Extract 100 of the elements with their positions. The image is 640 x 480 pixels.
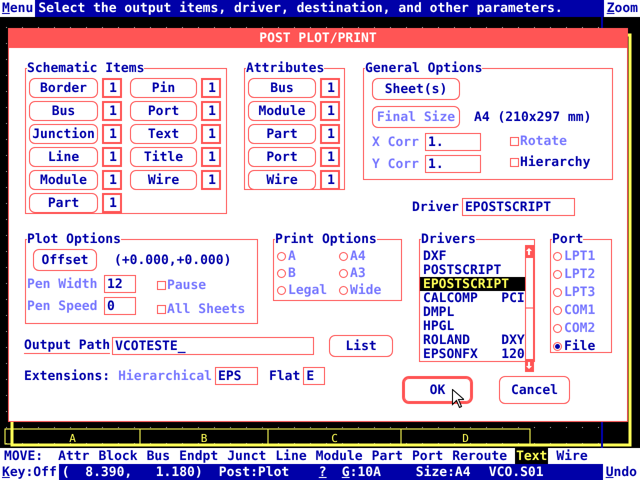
count-field[interactable]: 1 (201, 101, 221, 121)
radio-label: LPT3 (564, 286, 596, 299)
count-field[interactable]: 1 (201, 147, 221, 167)
command-item[interactable]: Line (274, 448, 308, 464)
attribute-button[interactable]: Module (248, 101, 316, 121)
group-title: Drivers (421, 233, 476, 246)
item-button[interactable]: Module (29, 170, 98, 190)
file-name: VCO.S01 (488, 466, 544, 478)
cancel-button[interactable]: Cancel (499, 376, 570, 404)
count-field[interactable]: 1 (102, 170, 122, 190)
driver-field[interactable]: EPOSTSCRIPT (462, 198, 575, 216)
zoom-button[interactable]: Zoom (604, 0, 640, 17)
menu-button[interactable]: Menu (0, 0, 36, 17)
count-field[interactable]: 1 (102, 193, 122, 213)
checkbox[interactable] (510, 158, 519, 167)
driver-item[interactable]: EPOSTSCRIPT (420, 277, 526, 291)
driver-label: Driver (412, 200, 459, 214)
size-text: Size:A4 (416, 466, 472, 478)
undo-button[interactable]: Undo (602, 464, 640, 480)
count-field[interactable]: 1 (320, 78, 340, 98)
prompt-text: Select the output items, driver, destination, and other parameters. (38, 2, 563, 15)
driver-item[interactable]: POSTSCRIPT (420, 263, 526, 277)
group-title: Print Options (275, 233, 377, 246)
item-button[interactable]: Part (29, 193, 98, 213)
radio-label: COM1 (564, 304, 596, 317)
count-field[interactable]: 1 (320, 147, 340, 167)
grid-setting[interactable]: G:10A (342, 466, 416, 478)
zone-label: D (462, 432, 469, 445)
count-field[interactable]: 1 (201, 170, 221, 190)
item-button[interactable]: Wire (130, 170, 197, 190)
command-item[interactable]: Bus (146, 448, 172, 464)
radio-label: A4 (350, 250, 366, 263)
ok-button[interactable]: OK (402, 376, 473, 404)
item-button[interactable]: Title (130, 147, 197, 167)
paper-size-text: A4 (210x297 mm) (474, 110, 592, 124)
command-item[interactable]: Attr (57, 448, 90, 464)
item-button[interactable]: Bus (29, 101, 98, 121)
radio-label: LPT1 (564, 250, 596, 263)
command-item[interactable]: Module (314, 448, 364, 464)
command-item[interactable]: Part (370, 448, 404, 464)
radio-label: File (564, 340, 596, 353)
mouse-pointer-icon (452, 389, 464, 408)
output-path-field[interactable]: VCOTESTE_ (112, 337, 314, 355)
offset-button[interactable]: Offset (33, 249, 97, 271)
key-toggle[interactable]: Key:Off (0, 464, 59, 480)
coordinates-text: ( 8.390, 1.180) (62, 466, 204, 478)
count-field[interactable]: 1 (201, 124, 221, 144)
radio-label: A3 (350, 267, 366, 280)
driver-item[interactable]: DMPL (420, 305, 526, 319)
item-button[interactable]: Junction (29, 124, 98, 144)
radio-button[interactable] (553, 342, 562, 351)
driver-item[interactable]: HPGL (420, 319, 526, 333)
command-item[interactable]: Endpt (178, 448, 220, 464)
count-field[interactable]: 1 (201, 78, 221, 98)
command-item[interactable]: Reroute (451, 448, 508, 464)
extensions-label: Extensions: (24, 370, 110, 382)
command-item[interactable]: Wire (555, 448, 589, 464)
group-title: Attributes (246, 62, 324, 75)
command-item[interactable]: Block (97, 448, 139, 464)
attribute-button[interactable]: Part (248, 124, 316, 144)
command-item[interactable]: Text (515, 448, 548, 464)
help-button[interactable]: ? (318, 466, 342, 478)
extension-label: Hierarchical (118, 370, 212, 382)
radio-label: A (288, 250, 296, 263)
checkbox-label: Pause (167, 279, 206, 292)
count-field[interactable]: 1 (320, 101, 340, 121)
command-mode-label: MOVE: (4, 450, 44, 462)
group-title: General Options (365, 62, 482, 75)
field-label: Y Corr (372, 158, 420, 170)
item-button[interactable]: Border (29, 78, 98, 98)
attribute-button[interactable]: Port (248, 147, 316, 167)
extension-field[interactable]: E (303, 367, 326, 385)
checkbox-label: Rotate (520, 135, 567, 148)
driver-item[interactable]: EPSONFX 120 (420, 347, 526, 361)
checkbox-label: All Sheets (167, 303, 246, 316)
radio-label: Legal (288, 284, 328, 297)
attribute-button[interactable]: Wire (248, 170, 316, 190)
driver-item[interactable]: CALCOMP PCI (420, 291, 526, 305)
item-button[interactable]: Text (130, 124, 197, 144)
radio-label: B (288, 267, 296, 280)
command-item[interactable]: Junct (226, 448, 268, 464)
item-button[interactable]: Line (29, 147, 98, 167)
count-field[interactable]: 1 (102, 124, 122, 144)
post-mode-text: Post:Plot (218, 466, 290, 478)
count-field[interactable]: 1 (102, 147, 122, 167)
list-button[interactable]: List (329, 335, 394, 357)
scrollbar[interactable] (525, 245, 534, 372)
sheets-button[interactable]: Sheet(s) (372, 78, 460, 100)
attribute-button[interactable]: Bus (248, 78, 316, 98)
item-button[interactable]: Port (130, 101, 197, 121)
count-field[interactable]: 1 (320, 124, 340, 144)
driver-item[interactable]: ROLAND DXY (420, 333, 526, 347)
driver-item[interactable]: DXF (420, 249, 526, 263)
count-field[interactable]: 1 (102, 101, 122, 121)
radio-label: Wide (350, 284, 382, 297)
command-item[interactable]: Port (410, 448, 444, 464)
dialog-title: POST PLOT/PRINT (9, 29, 627, 48)
count-field[interactable]: 1 (320, 170, 340, 190)
count-field[interactable]: 1 (102, 78, 122, 98)
item-button[interactable]: Pin (130, 78, 197, 98)
